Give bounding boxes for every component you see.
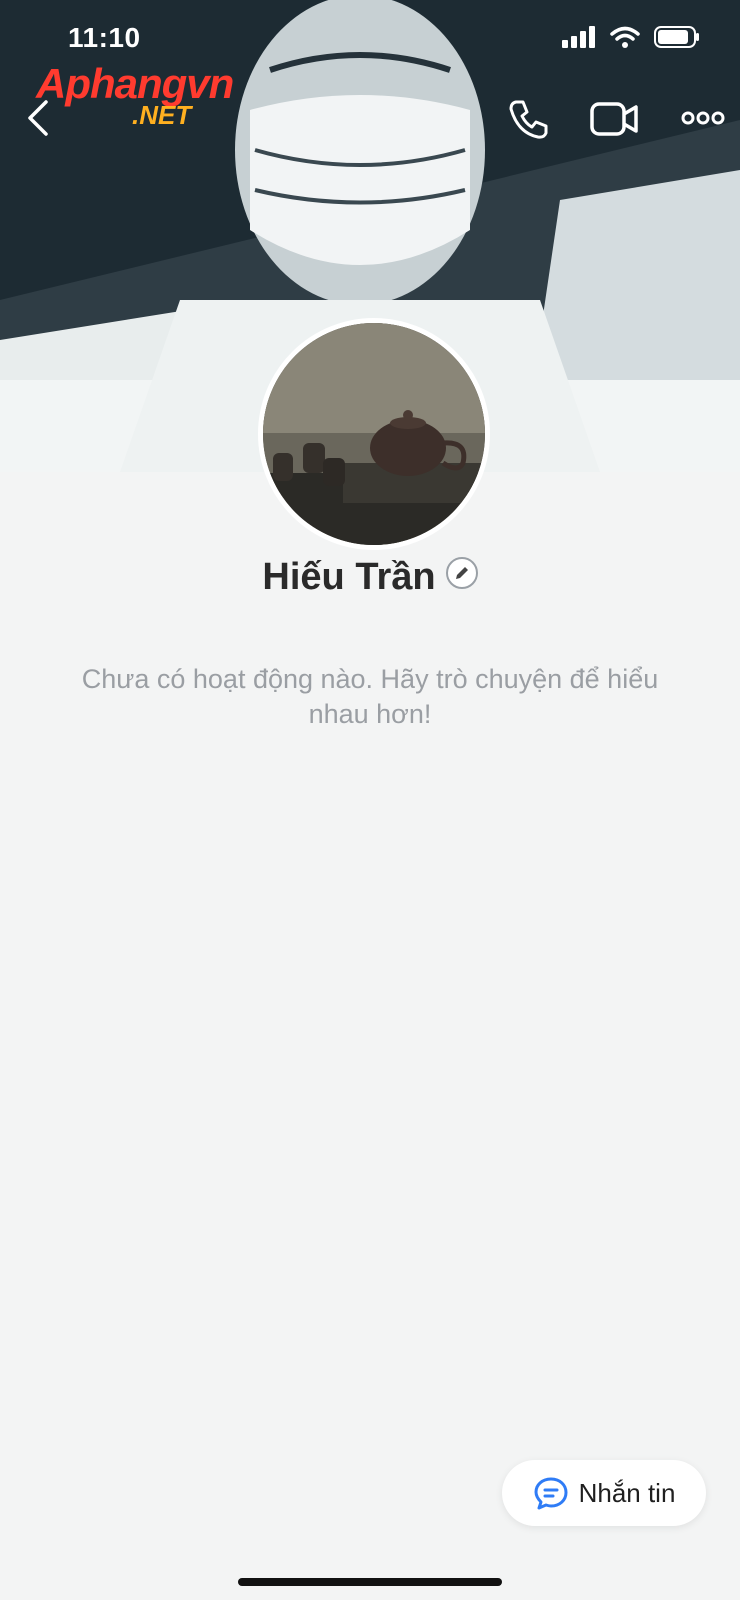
send-message-button[interactable]: Nhắn tin [502, 1460, 706, 1526]
send-message-label: Nhắn tin [578, 1477, 676, 1508]
home-indicator[interactable] [238, 1578, 502, 1586]
watermark-sub-text: .NET [132, 100, 192, 130]
watermark-logo: Aphangvn .NET [36, 60, 266, 130]
teapot-photo [263, 323, 485, 545]
wifi-icon [610, 26, 640, 48]
call-button[interactable] [506, 96, 552, 142]
profile-avatar[interactable] [258, 318, 490, 550]
battery-icon [654, 26, 699, 48]
more-icon [681, 111, 725, 125]
edit-name-button[interactable] [445, 556, 478, 589]
chat-bubble-icon [534, 1477, 568, 1510]
status-time: 11:10 [68, 22, 141, 53]
signal-icon [562, 26, 595, 48]
empty-activity-message: Chưa có hoạt động nào. Hãy trò chuyện để… [81, 664, 659, 729]
video-call-button[interactable] [590, 98, 640, 140]
profile-name-row: Hiếu Trần [0, 556, 740, 599]
status-icons [562, 26, 700, 48]
more-options-button[interactable] [680, 100, 726, 136]
back-button[interactable] [18, 96, 58, 140]
chevron-left-icon [28, 100, 48, 136]
phone-icon [509, 100, 548, 139]
pencil-icon [455, 566, 468, 579]
video-camera-icon [590, 102, 638, 136]
profile-name: Hiếu Trần [262, 556, 436, 598]
